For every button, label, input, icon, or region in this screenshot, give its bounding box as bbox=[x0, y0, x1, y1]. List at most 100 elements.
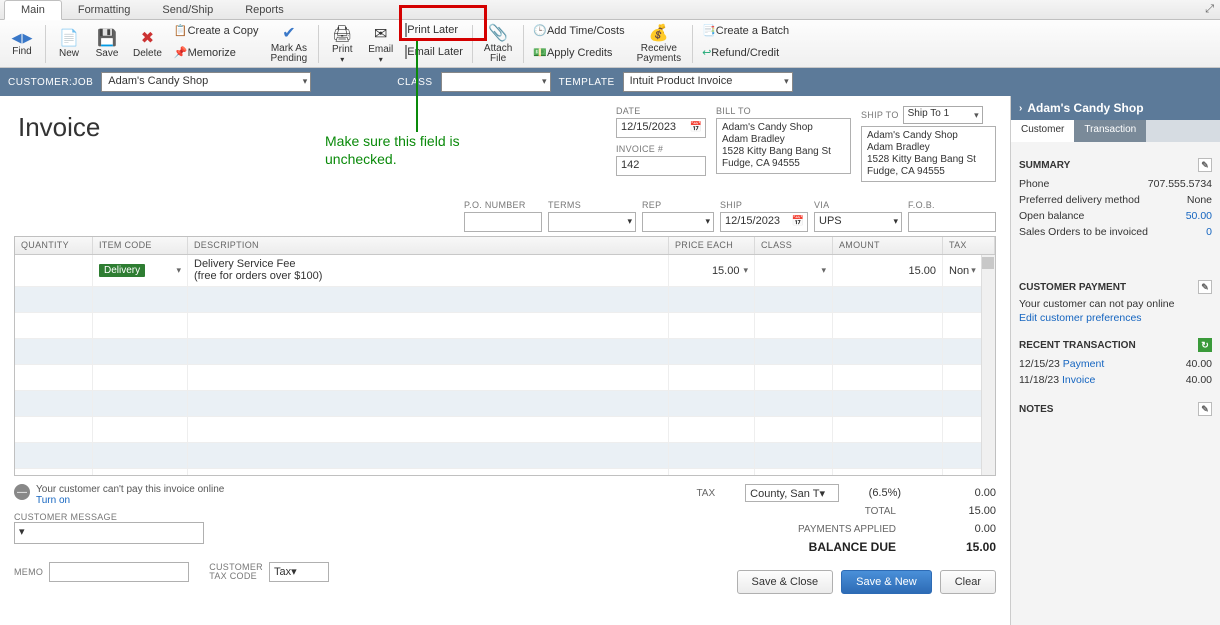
print-icon: 🖨 bbox=[332, 24, 352, 44]
line-items-grid: QUANTITY ITEM CODE DESCRIPTION PRICE EAC… bbox=[14, 236, 996, 476]
turn-on-link[interactable]: Turn on bbox=[36, 495, 70, 506]
invoice-no-input[interactable]: 142 bbox=[616, 156, 706, 176]
tab-formatting[interactable]: Formatting bbox=[62, 1, 147, 19]
total-value: 15.00 bbox=[926, 505, 996, 517]
shipto-select[interactable]: Ship To 1▾ bbox=[903, 106, 983, 124]
tab-main[interactable]: Main bbox=[4, 0, 62, 20]
recent-row[interactable]: 12/15/23 Payment40.00 bbox=[1019, 356, 1212, 372]
find-button[interactable]: ◀▶ Find bbox=[4, 22, 40, 66]
delete-button[interactable]: ✖Delete bbox=[127, 22, 168, 66]
ship-date-input[interactable]: 12/15/2023📅 bbox=[720, 212, 808, 232]
grid-body[interactable]: Delivery▾ Delivery Service Fee (free for… bbox=[15, 255, 995, 475]
payment-title: CUSTOMER PAYMENT bbox=[1019, 282, 1126, 293]
new-button[interactable]: 📄New bbox=[51, 22, 87, 66]
tax-select[interactable]: County, San T▾ bbox=[745, 484, 839, 502]
table-row[interactable] bbox=[15, 365, 995, 391]
rep-label: REP bbox=[642, 200, 714, 210]
rp-tab-transaction[interactable]: Transaction bbox=[1074, 120, 1146, 142]
chevron-down-icon: ▾ bbox=[819, 488, 825, 500]
template-label: TEMPLATE bbox=[559, 77, 615, 88]
apply-credits-button[interactable]: 💵Apply Credits bbox=[529, 45, 628, 65]
save-button[interactable]: 💾Save bbox=[89, 22, 125, 66]
billto-address[interactable]: Adam's Candy Shop Adam Bradley 1528 Kitt… bbox=[716, 118, 851, 174]
chevron-down-icon[interactable]: ▾ bbox=[743, 265, 748, 276]
table-row[interactable] bbox=[15, 313, 995, 339]
phone-label: Phone bbox=[1019, 178, 1049, 190]
col-item[interactable]: ITEM CODE bbox=[93, 237, 188, 254]
table-row[interactable]: Delivery▾ Delivery Service Fee (free for… bbox=[15, 255, 995, 287]
memo-label: MEMO bbox=[14, 567, 43, 577]
col-class[interactable]: CLASS bbox=[755, 237, 833, 254]
save-close-button[interactable]: Save & Close bbox=[737, 570, 834, 594]
delivery-value: None bbox=[1187, 194, 1212, 206]
memorize-button[interactable]: 📌Memorize bbox=[170, 45, 263, 65]
payment-msg: Your customer can not pay online bbox=[1019, 298, 1212, 310]
save-new-button[interactable]: Save & New bbox=[841, 570, 932, 594]
edit-icon[interactable]: ✎ bbox=[1198, 158, 1212, 172]
selector-bar: CUSTOMER:JOB Adam's Candy Shop▾ CLASS ▾ … bbox=[0, 68, 1220, 96]
chevron-down-icon: ▾ bbox=[19, 526, 25, 538]
table-row[interactable] bbox=[15, 287, 995, 313]
table-row[interactable] bbox=[15, 469, 995, 475]
payments-value: 0.00 bbox=[926, 523, 996, 535]
po-input[interactable] bbox=[464, 212, 542, 232]
scrollbar[interactable] bbox=[981, 255, 995, 475]
table-row[interactable] bbox=[15, 443, 995, 469]
customer-job-select[interactable]: Adam's Candy Shop▾ bbox=[101, 72, 311, 92]
chevron-down-icon[interactable]: ▾ bbox=[176, 265, 181, 276]
template-select[interactable]: Intuit Product Invoice▾ bbox=[623, 72, 793, 92]
chevron-down-icon: ▾ bbox=[974, 110, 979, 121]
col-amount[interactable]: AMOUNT bbox=[833, 237, 943, 254]
print-button[interactable]: 🖨Print▾ bbox=[324, 22, 360, 66]
fob-input[interactable] bbox=[908, 212, 996, 232]
class-select[interactable]: ▾ bbox=[441, 72, 551, 92]
create-copy-button[interactable]: 📋Create a Copy bbox=[170, 23, 263, 43]
calendar-icon[interactable]: 📅 bbox=[792, 216, 804, 227]
email-button[interactable]: ✉Email▾ bbox=[362, 22, 399, 66]
via-select[interactable]: UPS▾ bbox=[814, 212, 902, 232]
save-icon: 💾 bbox=[97, 28, 117, 48]
date-input[interactable]: 12/15/2023📅 bbox=[616, 118, 706, 138]
refresh-icon[interactable]: ↻ bbox=[1198, 338, 1212, 352]
shipto-address[interactable]: Adam's Candy Shop Adam Bradley 1528 Kitt… bbox=[861, 126, 996, 182]
email-later-checkbox[interactable]: Email Later bbox=[401, 45, 467, 65]
col-quantity[interactable]: QUANTITY bbox=[15, 237, 93, 254]
memo-input[interactable] bbox=[49, 562, 189, 582]
tab-reports[interactable]: Reports bbox=[229, 1, 300, 19]
edit-icon[interactable]: ✎ bbox=[1198, 280, 1212, 294]
customer-message-select[interactable]: ▾ bbox=[14, 522, 204, 544]
mark-pending-button[interactable]: ✔Mark As Pending bbox=[265, 22, 314, 66]
receive-payments-button[interactable]: 💰Receive Payments bbox=[631, 22, 687, 66]
table-row[interactable] bbox=[15, 339, 995, 365]
attach-file-button[interactable]: 📎Attach File bbox=[478, 22, 518, 66]
rp-title[interactable]: ›Adam's Candy Shop bbox=[1011, 96, 1220, 120]
customer-job-label: CUSTOMER:JOB bbox=[8, 77, 93, 88]
open-balance-value[interactable]: 50.00 bbox=[1186, 210, 1212, 222]
chevron-down-icon[interactable]: ▾ bbox=[971, 265, 976, 276]
edit-icon[interactable]: ✎ bbox=[1198, 402, 1212, 416]
refund-credit-button[interactable]: ↩Refund/Credit bbox=[698, 45, 793, 65]
recent-row[interactable]: 11/18/23 Invoice40.00 bbox=[1019, 372, 1212, 388]
terms-select[interactable]: ▾ bbox=[548, 212, 636, 232]
rep-select[interactable]: ▾ bbox=[642, 212, 714, 232]
sales-orders-value[interactable]: 0 bbox=[1206, 226, 1212, 238]
create-batch-button[interactable]: 📑Create a Batch bbox=[698, 23, 793, 43]
item-tag[interactable]: Delivery bbox=[99, 264, 145, 277]
chevron-down-icon[interactable]: ▾ bbox=[821, 265, 826, 276]
table-row[interactable] bbox=[15, 417, 995, 443]
total-label: TOTAL bbox=[746, 506, 896, 517]
expand-icon[interactable]: ⤢ bbox=[1205, 3, 1214, 16]
tab-sendship[interactable]: Send/Ship bbox=[146, 1, 229, 19]
col-tax[interactable]: TAX bbox=[943, 237, 995, 254]
rp-tab-customer[interactable]: Customer bbox=[1011, 120, 1074, 142]
customer-tax-code-select[interactable]: Tax▾ bbox=[269, 562, 329, 582]
edit-preferences-link[interactable]: Edit customer preferences bbox=[1019, 312, 1212, 324]
add-time-button[interactable]: 🕒Add Time/Costs bbox=[529, 23, 628, 43]
table-row[interactable] bbox=[15, 391, 995, 417]
col-description[interactable]: DESCRIPTION bbox=[188, 237, 669, 254]
billto-label: BILL TO bbox=[716, 106, 851, 116]
calendar-icon[interactable]: 📅 bbox=[690, 122, 702, 133]
clear-button[interactable]: Clear bbox=[940, 570, 996, 594]
col-price[interactable]: PRICE EACH bbox=[669, 237, 755, 254]
print-later-checkbox[interactable]: Print Later bbox=[401, 23, 467, 43]
